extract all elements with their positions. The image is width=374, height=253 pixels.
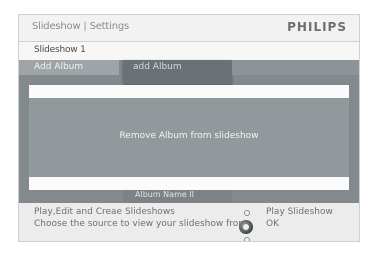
separator-bottom	[29, 177, 349, 190]
navigation-dial-icon[interactable]	[233, 210, 263, 241]
play-slideshow-hint[interactable]: Play Slideshow	[266, 207, 333, 217]
album-name-label: Album Name II	[135, 190, 195, 199]
footer: Play,Edit and Creae Slideshows Choose th…	[19, 203, 359, 241]
tab-add-album[interactable]: Add Album	[19, 60, 119, 75]
remove-album-option[interactable]: Remove Album from slideshow	[29, 98, 349, 177]
tab-add-album-label: Add Album	[34, 62, 84, 72]
dial-center	[243, 224, 249, 230]
device-screen: Slideshow | Settings PHILIPS Slideshow 1…	[18, 14, 360, 242]
menu-add-album-label: add Album	[133, 62, 182, 72]
ok-hint[interactable]: OK	[266, 219, 279, 229]
menu-add-album[interactable]: add Album	[123, 60, 232, 84]
slideshow-title: Slideshow 1	[34, 45, 86, 55]
breadcrumb: Slideshow | Settings	[32, 21, 129, 32]
dial-down-dot	[244, 237, 250, 241]
dial-up-dot	[244, 210, 250, 216]
brand-logo: PHILIPS	[287, 20, 347, 34]
footer-help-line1: Play,Edit and Creae Slideshows	[34, 207, 175, 217]
header-bar: Slideshow | Settings PHILIPS	[19, 15, 359, 42]
footer-help-line2: Choose the source to view your slideshow…	[34, 219, 248, 229]
tab-empty	[232, 60, 359, 75]
separator-top	[29, 85, 349, 98]
remove-album-label: Remove Album from slideshow	[119, 131, 259, 141]
subtitle-row: Slideshow 1	[19, 42, 359, 60]
album-panel: Add Album add Album Remove Album from sl…	[19, 60, 359, 203]
album-name-item[interactable]: Album Name II	[123, 190, 232, 203]
